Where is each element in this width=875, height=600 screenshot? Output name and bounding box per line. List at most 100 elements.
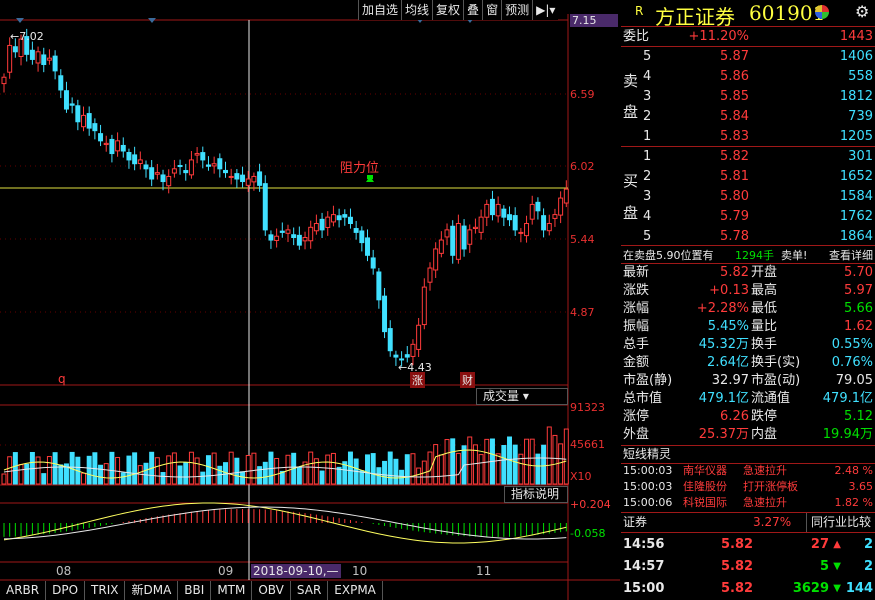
- more-menu-button[interactable]: ▶|▾: [532, 0, 558, 20]
- sell-level-row: 1 5.83 1205: [621, 127, 875, 146]
- candle-body: [302, 237, 308, 242]
- stat-value: 5.12: [844, 409, 873, 424]
- tab-dpo[interactable]: DPO: [46, 581, 86, 600]
- alert-row[interactable]: 15:00:03 佳隆股份 打开涨停板 3.65: [621, 479, 875, 495]
- add-favorite-button[interactable]: 加自选: [358, 0, 401, 20]
- candle-body: [69, 103, 75, 106]
- candle-body: [160, 174, 166, 183]
- tab-sar[interactable]: SAR: [291, 581, 329, 600]
- volume-bar: [251, 452, 257, 485]
- alert-value: 3.65: [848, 480, 874, 493]
- candle-body: [433, 248, 439, 271]
- candle-body: [399, 358, 405, 361]
- tab-mtm[interactable]: MTM: [211, 581, 253, 600]
- cai-marker[interactable]: 财: [460, 372, 475, 388]
- volume-bar: [501, 445, 507, 485]
- stock-title: R 方正证券 601901 ⚙: [621, 0, 875, 29]
- tab-trix[interactable]: TRIX: [85, 581, 126, 600]
- order-price: 5.82: [720, 149, 749, 164]
- order-level: 2: [643, 169, 652, 184]
- candle-body: [279, 230, 285, 233]
- candle-body: [416, 324, 422, 350]
- volume-bar: [370, 453, 376, 485]
- q-mark: q: [58, 372, 66, 386]
- candle-body: [319, 218, 325, 231]
- candle-body: [376, 271, 382, 301]
- candle-body: [552, 214, 558, 219]
- stat-label: 换手: [751, 337, 778, 352]
- candle-body: [188, 159, 194, 176]
- window-button[interactable]: 窗: [482, 0, 501, 20]
- x-tick: 09: [218, 564, 234, 578]
- short-title-label: 短线精灵: [623, 447, 672, 461]
- tick-row: 14:56 5.82 27 ▲ 2: [621, 535, 875, 554]
- volume-header[interactable]: 成交量 ▾: [476, 388, 568, 405]
- volume-bar: [495, 453, 501, 485]
- volume-tick: 91323: [570, 401, 605, 414]
- high-marker: ←7.02: [10, 30, 44, 43]
- tab-arbr[interactable]: ARBR: [0, 581, 47, 600]
- chart-toolbar: 加自选 均线 复权 叠 窗 预测 ▶|▾: [358, 0, 559, 20]
- sell-level-row: 2 5.84 739: [621, 107, 875, 126]
- candle-body: [86, 113, 92, 129]
- candle-body: [35, 51, 41, 64]
- tab-new-dma[interactable]: 新DMA: [125, 581, 179, 600]
- short-title[interactable]: 短线精灵: [621, 445, 875, 464]
- volume-bar: [274, 457, 280, 485]
- candle-body: [81, 114, 86, 128]
- stat-value: 2.64亿: [707, 355, 749, 370]
- candle-body: [183, 170, 189, 174]
- volume-tick: 45661: [570, 438, 605, 451]
- adjust-price-button[interactable]: 复权: [432, 0, 463, 20]
- volume-bar: [81, 472, 86, 485]
- candle-body: [387, 328, 393, 352]
- tab-bbi[interactable]: BBI: [178, 581, 212, 600]
- tick-volume: 3629: [792, 581, 829, 596]
- candle-body: [342, 214, 348, 218]
- stat-value: 1.62: [844, 319, 873, 334]
- kline-chart-svg[interactable]: [0, 0, 620, 600]
- color-ball-icon[interactable]: [815, 5, 829, 19]
- candle-body: [330, 214, 336, 223]
- overlay-button[interactable]: 叠: [463, 0, 482, 20]
- kline-chart-area[interactable]: 加自选 均线 复权 叠 窗 预测 ▶|▾ 7.15 6.59 6.02 5.44…: [0, 0, 620, 600]
- stat-label: 换手(实): [751, 355, 801, 370]
- volume-bar: [228, 451, 234, 485]
- x-tick: 10: [352, 564, 368, 578]
- candle-body: [166, 175, 172, 187]
- candle-body: [558, 197, 564, 216]
- stock-code: 601901: [749, 1, 826, 25]
- volume-bar: [467, 436, 473, 485]
- volume-bar: [529, 438, 535, 485]
- candle-body: [205, 164, 211, 167]
- arrow-up-icon: ▲: [833, 539, 841, 550]
- candle-body: [313, 223, 319, 232]
- order-volume: 1406: [839, 49, 873, 64]
- volume-bar: [166, 455, 172, 485]
- candle-body: [518, 231, 524, 234]
- candle-body: [370, 257, 376, 269]
- candle-body: [336, 215, 342, 221]
- candle-body: [495, 203, 501, 217]
- tab-obv[interactable]: OBV: [252, 581, 291, 600]
- alert-row[interactable]: 15:00:03 南华仪器 急速拉升 2.48 %: [621, 463, 875, 479]
- volume-bar: [512, 444, 518, 485]
- stat-label: 总手: [623, 337, 650, 352]
- alert-row[interactable]: 15:00:06 科锐国际 急速拉升 1.82 %: [621, 495, 875, 511]
- zhang-marker[interactable]: 涨: [410, 372, 425, 388]
- candle-body: [285, 229, 291, 234]
- order-price: 5.79: [720, 209, 749, 224]
- gear-icon[interactable]: ⚙: [855, 2, 869, 21]
- tab-expma[interactable]: EXPMA: [328, 581, 383, 600]
- forecast-button[interactable]: 预测: [501, 0, 532, 20]
- moving-average-button[interactable]: 均线: [401, 0, 432, 20]
- stat-label: 市盈(动): [751, 373, 801, 388]
- volume-bar: [404, 454, 410, 485]
- compare-industry-button[interactable]: 同行业比较: [805, 513, 871, 532]
- candle-body: [115, 140, 121, 152]
- tick-price: 5.82: [721, 559, 754, 574]
- candle-body: [46, 57, 52, 61]
- candle-body: [109, 138, 115, 155]
- volume-bar: [58, 464, 64, 485]
- indicator-help-button[interactable]: 指标说明: [504, 486, 568, 503]
